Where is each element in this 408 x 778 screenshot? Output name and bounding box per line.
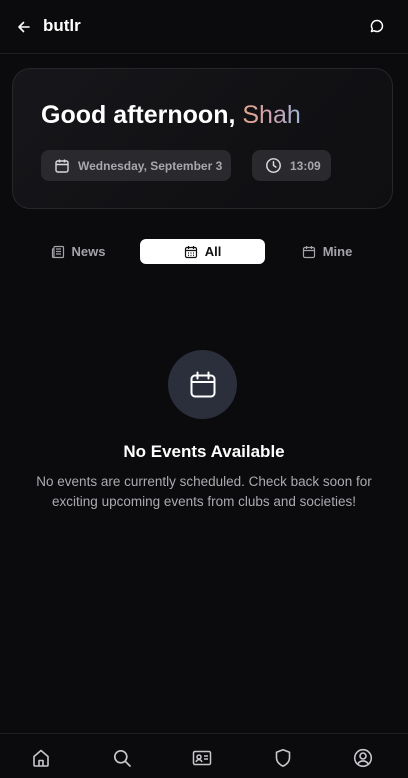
nav-home-button[interactable] — [30, 747, 52, 769]
top-app-bar: butlr — [0, 0, 408, 54]
newspaper-icon — [51, 245, 64, 258]
nav-security-button[interactable] — [272, 747, 294, 769]
calendar-icon — [190, 371, 215, 397]
date-pill: Wednesday, September 3 — [41, 150, 231, 181]
empty-state-description: No events are currently scheduled. Check… — [36, 474, 372, 509]
user-name: Shah — [242, 101, 301, 129]
tab-news[interactable]: News — [50, 239, 106, 264]
empty-state-title: No Events Available — [123, 442, 285, 461]
greeting-heading: Good afternoon, Shah — [41, 99, 301, 131]
back-button[interactable] — [12, 15, 36, 39]
nav-profile-button[interactable] — [352, 747, 374, 769]
tab-all-label: All — [204, 244, 222, 259]
clock-icon — [266, 158, 281, 173]
greeting-card: Good afternoon, Shah Wednesday, Septembe… — [12, 68, 393, 209]
calendar-icon — [302, 245, 315, 258]
tab-mine[interactable]: Mine — [300, 239, 354, 264]
calendar-icon — [184, 245, 197, 258]
tab-news-label: News — [71, 244, 106, 259]
tab-mine-label: Mine — [322, 244, 353, 259]
shield-icon — [275, 749, 291, 767]
date-text: Wednesday, September 3 — [78, 158, 223, 173]
time-text: 13:09 — [290, 158, 321, 173]
chat-button[interactable] — [366, 15, 388, 37]
home-icon — [33, 749, 49, 767]
arrow-left-icon — [18, 21, 30, 33]
time-pill: 13:09 — [252, 150, 331, 181]
nav-id-card-button[interactable] — [191, 747, 213, 769]
chat-bubble-icon — [370, 19, 384, 33]
app-title: butlr — [43, 16, 81, 35]
profile-icon — [353, 748, 373, 768]
nav-search-button[interactable] — [111, 747, 133, 769]
tab-all[interactable]: All — [140, 239, 265, 264]
greeting-salutation: Good afternoon, — [41, 101, 236, 129]
search-icon — [113, 749, 131, 767]
empty-state-icon-circle — [168, 350, 237, 419]
id-card-icon — [192, 750, 212, 766]
event-filter-tabs: News All Mine — [0, 239, 408, 264]
bottom-navigation — [0, 733, 408, 778]
calendar-icon — [55, 159, 69, 173]
